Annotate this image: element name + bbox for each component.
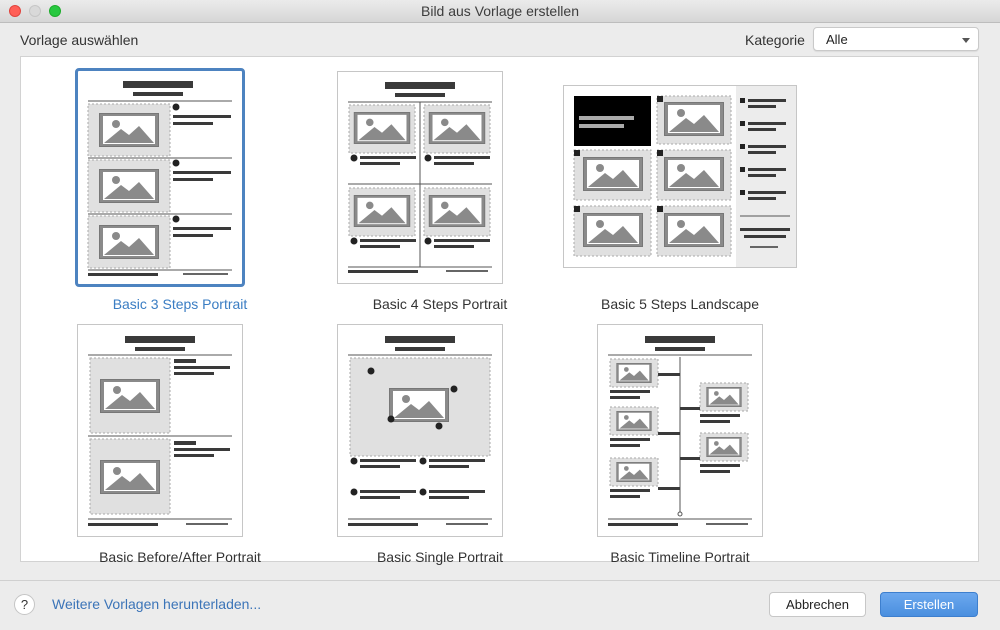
- template-thumbnail[interactable]: [597, 324, 763, 537]
- template-thumbnail[interactable]: [337, 324, 503, 537]
- template-tile-5-steps-landscape[interactable]: Basic 5 Steps Landscape: [550, 71, 810, 316]
- choose-template-heading: Vorlage auswählen: [20, 32, 139, 48]
- help-button[interactable]: ?: [14, 594, 35, 615]
- template-tile-timeline-portrait[interactable]: Basic Timeline Portrait: [550, 324, 810, 569]
- category-select-value: Alle: [826, 32, 848, 47]
- thumbnail-before-after-preview: [88, 336, 232, 526]
- footer-divider: [0, 580, 1000, 581]
- template-tile-before-after-portrait[interactable]: Basic Before/After Portrait: [50, 324, 310, 569]
- template-label: Basic Before/After Portrait: [99, 549, 261, 565]
- window-titlebar: Bild aus Vorlage erstellen: [0, 0, 1000, 23]
- create-button[interactable]: Erstellen: [880, 592, 978, 617]
- template-tile-single-portrait[interactable]: Basic Single Portrait: [310, 324, 570, 569]
- template-tile-3-steps-portrait[interactable]: Basic 3 Steps Portrait: [50, 68, 310, 316]
- template-tile-4-steps-portrait[interactable]: Basic 4 Steps Portrait: [310, 71, 570, 316]
- chevron-down-icon: [962, 38, 970, 43]
- thumbnail-timeline-preview: [608, 336, 752, 526]
- cancel-button[interactable]: Abbrechen: [769, 592, 866, 617]
- template-gallery: Basic 3 Steps Portrait Basic 4 Steps Por…: [20, 56, 979, 565]
- template-label: Basic 5 Steps Landscape: [601, 296, 759, 312]
- template-label: Basic Timeline Portrait: [610, 549, 750, 565]
- category-label: Kategorie: [745, 32, 805, 48]
- thumbnail-4-steps-preview: [348, 82, 492, 273]
- thumbnail-3-steps-preview: [87, 81, 232, 276]
- category-select[interactable]: Alle: [813, 27, 979, 51]
- template-thumbnail[interactable]: [75, 68, 245, 287]
- thumbnail-5-steps-preview: [573, 86, 796, 267]
- template-thumbnail[interactable]: [337, 71, 503, 284]
- template-thumbnail[interactable]: [563, 85, 797, 268]
- template-thumbnail[interactable]: [77, 324, 243, 537]
- thumbnail-single-preview: [348, 336, 492, 526]
- template-label: Basic Single Portrait: [376, 549, 504, 565]
- template-label: Basic 3 Steps Portrait: [112, 296, 248, 312]
- template-label: Basic 4 Steps Portrait: [372, 296, 508, 312]
- window-title: Bild aus Vorlage erstellen: [421, 3, 579, 19]
- download-more-templates-link[interactable]: Weitere Vorlagen herunterladen...: [52, 596, 261, 612]
